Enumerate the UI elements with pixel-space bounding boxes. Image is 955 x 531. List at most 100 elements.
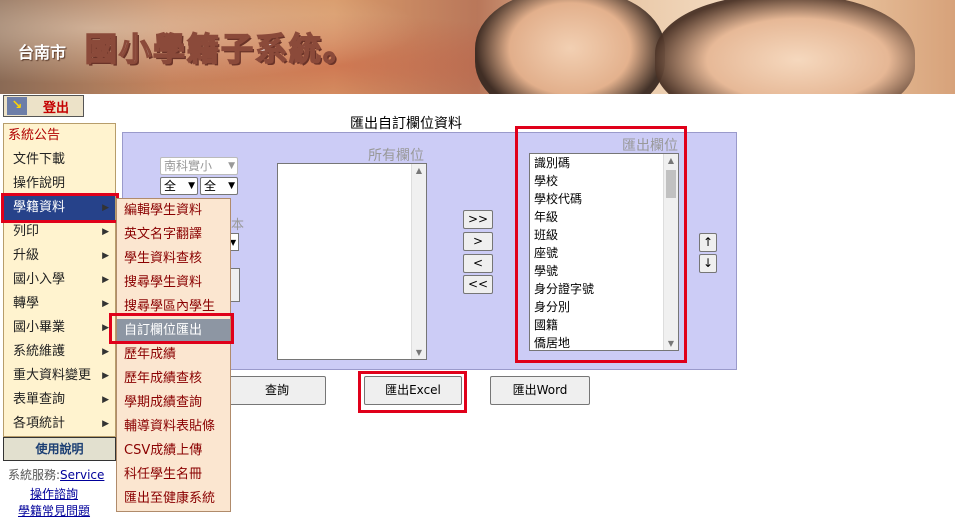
move-left-button[interactable]: <: [463, 254, 493, 273]
move-down-button[interactable]: ↓: [699, 254, 717, 273]
chevron-down-icon: ▼: [228, 161, 235, 171]
menu-item-label: 各項統計: [13, 416, 66, 431]
menu-item-downloads[interactable]: 文件下載: [4, 148, 115, 172]
all-fields-listbox[interactable]: ▲ ▼: [277, 163, 427, 360]
menu-item-label: 系統維護: [13, 344, 66, 359]
submenu-item-semester-grades[interactable]: 學期成績查詢: [117, 391, 230, 415]
school-select[interactable]: 南科實小 ▼: [160, 157, 238, 175]
menu-item-label: 文件下載: [13, 152, 66, 167]
obscured-label: 本: [231, 218, 245, 233]
menu-item-major-changes[interactable]: 重大資料變更 ▶: [4, 364, 115, 388]
menu-item-label: 升級: [13, 248, 40, 263]
help-button[interactable]: 使用說明: [3, 437, 116, 461]
class-select[interactable]: 全 ▼: [200, 177, 238, 195]
menu-item-label: 國小畢業: [13, 320, 66, 335]
export-fields-label: 匯出欄位: [622, 138, 678, 154]
submenu-item-csv-upload[interactable]: CSV成績上傳: [117, 439, 230, 463]
list-item[interactable]: 座號: [530, 244, 678, 262]
banner-title: 國小學籍子系統。: [84, 29, 358, 69]
submenu-item-search-student[interactable]: 搜尋學生資料: [117, 271, 230, 295]
move-up-button[interactable]: ↑: [699, 233, 717, 252]
triangle-right-icon: ▶: [102, 347, 109, 357]
scroll-up-icon[interactable]: ▲: [412, 166, 426, 175]
move-all-right-button[interactable]: >>: [463, 210, 493, 229]
header-banner: 台南市 國小學籍子系統。: [0, 0, 955, 94]
menu-item-enrollment[interactable]: 國小入學 ▶: [4, 268, 115, 292]
menu-item-transfer[interactable]: 轉學 ▶: [4, 292, 115, 316]
left-menu: 系統公告 文件下載 操作說明 學籍資料 ▶ 列印 ▶ 升級 ▶ 國小入學 ▶ 轉學 ▶ 國…: [3, 123, 116, 437]
obscured-select-edge[interactable]: ▼: [230, 233, 239, 251]
submenu-item-subject-roster[interactable]: 科任學生名冊: [117, 463, 230, 487]
triangle-right-icon: ▶: [102, 323, 109, 333]
student-records-submenu: 編輯學生資料 英文名字翻譯 學生資料查核 搜尋學生資料 搜尋學區內學生 自訂欄位…: [116, 198, 231, 512]
scroll-down-icon[interactable]: ▼: [412, 348, 426, 357]
menu-item-statistics[interactable]: 各項統計 ▶: [4, 412, 115, 436]
list-item[interactable]: 僑居地: [530, 334, 678, 350]
menu-item-print[interactable]: 列印 ▶: [4, 220, 115, 244]
submenu-item-data-check[interactable]: 學生資料查核: [117, 247, 230, 271]
list-item[interactable]: 班級: [530, 226, 678, 244]
list-item[interactable]: 學號: [530, 262, 678, 280]
scrollbar-thumb[interactable]: [666, 170, 676, 198]
menu-item-promotion[interactable]: 升級 ▶: [4, 244, 115, 268]
class-select-value: 全: [204, 179, 217, 193]
banner-city: 台南市: [18, 43, 67, 62]
submenu-item-grades-history-check[interactable]: 歷年成績查核: [117, 367, 230, 391]
export-word-button[interactable]: 匯出Word: [490, 376, 590, 405]
submenu-item-edit-student[interactable]: 編輯學生資料: [117, 199, 230, 223]
highlight-box-custom-export: [109, 313, 234, 344]
list-item[interactable]: 身分別: [530, 298, 678, 316]
highlight-box-student-records: [1, 193, 119, 223]
triangle-right-icon: ▶: [102, 419, 109, 429]
move-all-left-button[interactable]: <<: [463, 275, 493, 294]
menu-item-label: 表單查詢: [13, 392, 66, 407]
export-fields-scrollbar[interactable]: ▲ ▼: [663, 154, 678, 350]
menu-item-label: 列印: [13, 224, 40, 239]
logout-arrow-icon: ↘: [7, 97, 27, 115]
menu-item-label: 重大資料變更: [13, 368, 92, 383]
chevron-down-icon: ▼: [228, 181, 235, 191]
triangle-right-icon: ▶: [102, 251, 109, 261]
export-excel-button[interactable]: 匯出Excel: [364, 376, 462, 405]
menu-item-form-query[interactable]: 表單查詢 ▶: [4, 388, 115, 412]
menu-item-announcements[interactable]: 系統公告: [4, 124, 115, 148]
page-title: 匯出自訂欄位資料: [350, 116, 462, 132]
submenu-item-english-name[interactable]: 英文名字翻譯: [117, 223, 230, 247]
menu-item-label: 國小入學: [13, 272, 66, 287]
list-item[interactable]: 學校代碼: [530, 190, 678, 208]
all-fields-label: 所有欄位: [368, 148, 424, 164]
logout-button[interactable]: ↘ 登出: [3, 95, 84, 117]
faq-link[interactable]: 學籍常見問題: [18, 502, 90, 519]
service-link[interactable]: Service: [60, 468, 104, 482]
list-item[interactable]: 年級: [530, 208, 678, 226]
list-item[interactable]: 學校: [530, 172, 678, 190]
menu-item-graduation[interactable]: 國小畢業 ▶: [4, 316, 115, 340]
scroll-down-icon[interactable]: ▼: [664, 339, 678, 348]
menu-item-maintenance[interactable]: 系統維護 ▶: [4, 340, 115, 364]
grade-select-value: 全: [164, 179, 177, 193]
obscured-button-edge[interactable]: [230, 268, 240, 302]
school-select-value: 南科實小: [164, 159, 213, 173]
banner-photo-child-2: [655, 0, 915, 94]
consultation-link[interactable]: 操作諮詢: [30, 485, 78, 502]
triangle-right-icon: ▶: [102, 395, 109, 405]
list-item[interactable]: 識別碼: [530, 154, 678, 172]
triangle-right-icon: ▶: [102, 299, 109, 309]
move-right-button[interactable]: >: [463, 232, 493, 251]
triangle-right-icon: ▶: [102, 371, 109, 381]
scroll-up-icon[interactable]: ▲: [664, 156, 678, 165]
service-line: 系統服務:Service: [8, 466, 104, 483]
banner-photo-child-1: [475, 0, 665, 94]
export-fields-listbox[interactable]: 識別碼 學校 學校代碼 年級 班級 座號 學號 身分證字號 身分別 國籍 僑居地…: [529, 153, 679, 351]
submenu-item-grades-history[interactable]: 歷年成績: [117, 343, 230, 367]
menu-item-label: 操作說明: [13, 176, 66, 191]
query-button[interactable]: 查詢: [228, 376, 326, 405]
submenu-item-counseling-labels[interactable]: 輔導資料表貼條: [117, 415, 230, 439]
logout-label: 登出: [43, 100, 70, 116]
list-item[interactable]: 國籍: [530, 316, 678, 334]
grade-select[interactable]: 全 ▼: [160, 177, 198, 195]
list-item[interactable]: 身分證字號: [530, 280, 678, 298]
all-fields-scrollbar[interactable]: ▲ ▼: [411, 164, 426, 359]
submenu-item-health-export[interactable]: 匯出至健康系統: [117, 487, 230, 511]
menu-item-label: 轉學: [13, 296, 40, 311]
